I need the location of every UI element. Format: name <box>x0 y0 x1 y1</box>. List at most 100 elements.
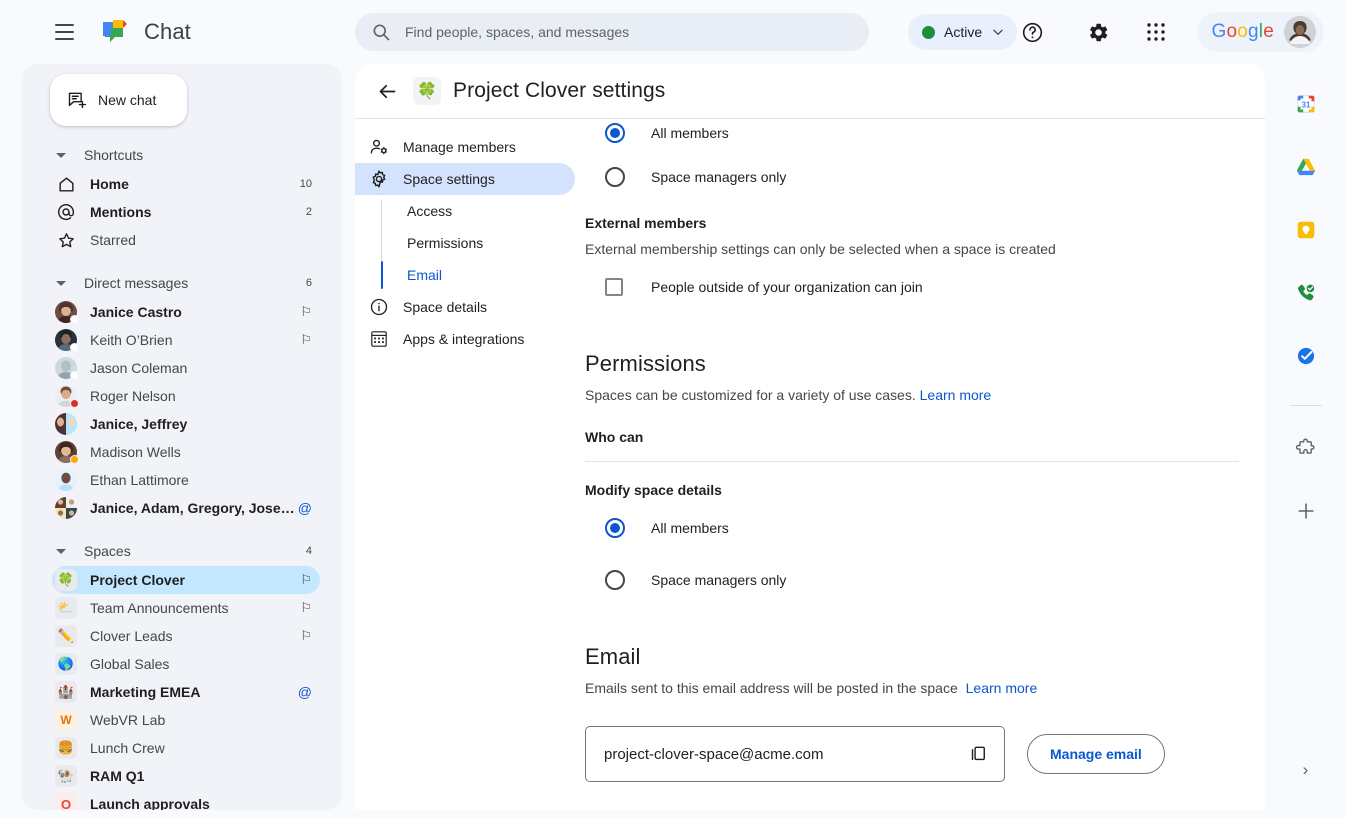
apps-grid-icon <box>365 330 393 348</box>
radio-icon[interactable] <box>605 167 625 187</box>
settings-header: 🍀 Project Clover settings <box>355 64 1265 119</box>
list-item[interactable]: Ethan Lattimore <box>52 466 320 494</box>
radio-modify-space-managers-only[interactable]: Space managers only <box>585 558 1241 602</box>
sidebar-item-clover-leads[interactable]: ✏️ Clover Leads ⚐ <box>52 622 320 650</box>
radio-icon[interactable] <box>605 123 625 143</box>
divider <box>1289 405 1322 406</box>
learn-more-link[interactable]: Learn more <box>966 680 1038 696</box>
settings-nav-label: Apps & integrations <box>403 331 525 347</box>
sidebar-item-home[interactable]: Home 10 <box>52 170 320 198</box>
section-header-shortcuts[interactable]: Shortcuts <box>22 140 342 170</box>
help-icon[interactable] <box>1014 14 1050 50</box>
sidebar-item-team-announcements[interactable]: ⛅ Team Announcements ⚐ <box>52 594 320 622</box>
new-chat-icon <box>67 90 87 110</box>
status-chip[interactable]: Active <box>908 14 1018 50</box>
marketplace-puzzle-icon[interactable] <box>1286 428 1326 468</box>
calendar-icon[interactable]: 31 <box>1286 84 1326 124</box>
sidebar-item-mentions[interactable]: Mentions 2 <box>52 198 320 226</box>
keep-icon[interactable] <box>1286 210 1326 250</box>
avatar <box>55 329 79 352</box>
search-box[interactable] <box>355 13 869 51</box>
new-chat-label: New chat <box>98 92 157 108</box>
home-icon <box>52 175 80 194</box>
add-icon[interactable] <box>1286 491 1326 531</box>
pin-icon: ⚐ <box>300 600 312 615</box>
sidebar-item-starred[interactable]: Starred <box>52 226 320 254</box>
sidebar-item-project-clover[interactable]: 🍀 Project Clover ⚐ <box>52 566 320 594</box>
drive-icon[interactable] <box>1286 147 1326 187</box>
settings-subnav-email[interactable]: Email <box>381 259 585 291</box>
new-chat-button[interactable]: New chat <box>50 74 187 126</box>
expand-panel-button[interactable]: › <box>1286 750 1326 790</box>
sidebar-item-label: Team Announcements <box>90 600 229 616</box>
email-address-field[interactable]: project-clover-space@acme.com <box>585 726 1005 782</box>
list-item[interactable]: Janice, Jeffrey <box>52 410 320 438</box>
settings-subnav-access[interactable]: Access <box>407 195 585 227</box>
settings-nav-manage-members[interactable]: Manage members <box>355 131 575 163</box>
mention-badge-icon: @ <box>297 684 312 700</box>
checkbox-icon[interactable] <box>605 278 623 296</box>
settings-nav-label: Manage members <box>403 139 516 155</box>
learn-more-link[interactable]: Learn more <box>920 387 992 403</box>
tasks-icon[interactable] <box>1286 336 1326 376</box>
settings-subnav-label: Permissions <box>407 235 484 251</box>
sidebar-item-label: Global Sales <box>90 656 170 672</box>
radio-icon[interactable] <box>605 518 625 538</box>
apps-grid-icon[interactable] <box>1138 14 1174 50</box>
permissions-description: Spaces can be customized for a variety o… <box>585 387 1241 403</box>
account-chip[interactable]: Google <box>1197 12 1324 52</box>
svg-text:31: 31 <box>1301 100 1310 109</box>
page-title: Project Clover settings <box>453 79 666 102</box>
section-header-direct-messages[interactable]: Direct messages 6 <box>22 268 342 298</box>
settings-nav-space-settings[interactable]: Space settings <box>355 163 575 195</box>
list-item-label: Janice, Adam, Gregory, Jose… <box>90 500 295 516</box>
checkbox-external-members[interactable]: People outside of your organization can … <box>585 265 1241 309</box>
voice-icon[interactable] <box>1286 273 1326 313</box>
list-item-label: Janice Castro <box>90 304 182 320</box>
manage-email-button[interactable]: Manage email <box>1027 734 1165 774</box>
settings-nav-label: Space details <box>403 299 488 315</box>
sidebar-item-ram-q1[interactable]: 🐏 RAM Q1 <box>52 762 320 790</box>
settings-nav-space-details[interactable]: Space details <box>355 291 575 323</box>
settings-subnav-permissions[interactable]: Permissions <box>407 227 585 259</box>
sidebar-item-webvr-lab[interactable]: W WebVR Lab <box>52 706 320 734</box>
sidebar-item-launch-approvals[interactable]: O Launch approvals <box>52 790 320 810</box>
settings-nav-apps-integrations[interactable]: Apps & integrations <box>355 323 575 355</box>
presence-badge <box>70 315 79 324</box>
sidebar-item-lunch-crew[interactable]: 🍔 Lunch Crew <box>52 734 320 762</box>
radio-access-space-managers-only[interactable]: Space managers only <box>585 155 1241 199</box>
section-header-spaces[interactable]: Spaces 4 <box>22 536 342 566</box>
modify-space-details-label: Modify space details <box>585 482 722 498</box>
list-item[interactable]: Roger Nelson <box>52 382 320 410</box>
space-emoji-icon: O <box>55 793 77 810</box>
search-input[interactable] <box>405 24 853 40</box>
radio-icon[interactable] <box>605 570 625 590</box>
pin-icon: ⚐ <box>300 628 312 643</box>
gear-icon[interactable] <box>1080 14 1116 50</box>
list-item[interactable]: Jason Coleman <box>52 354 320 382</box>
right-side-rail: 31 › <box>1265 64 1346 818</box>
main-menu-icon[interactable] <box>44 12 84 52</box>
presence-badge <box>70 455 79 464</box>
section-title: Spaces <box>84 543 131 559</box>
list-item[interactable]: Janice Castro ⚐ <box>52 298 320 326</box>
sidebar-item-marketing-emea[interactable]: 🏰 Marketing EMEA @ <box>52 678 320 706</box>
radio-modify-all-members[interactable]: All members <box>585 506 1241 550</box>
sidebar-item-label: Project Clover <box>90 572 185 588</box>
list-item[interactable]: Janice, Adam, Gregory, Jose… @ <box>52 494 320 522</box>
sidebar-item-global-sales[interactable]: 🌎 Global Sales <box>52 650 320 678</box>
settings-subnav-label: Email <box>407 267 443 283</box>
back-arrow-icon[interactable] <box>369 73 405 109</box>
star-icon <box>52 231 80 250</box>
avatar[interactable] <box>1284 16 1316 48</box>
app-title: Chat <box>144 19 191 44</box>
unread-count: 10 <box>299 178 312 190</box>
list-item[interactable]: Keith O’Brien ⚐ <box>52 326 320 354</box>
divider <box>585 461 1239 462</box>
list-item-label: Jason Coleman <box>90 360 188 376</box>
mention-badge-icon: @ <box>297 500 312 516</box>
radio-access-all-members[interactable]: All members <box>585 119 1241 155</box>
list-item[interactable]: Madison Wells <box>52 438 320 466</box>
info-icon <box>365 297 393 317</box>
copy-icon[interactable] <box>966 742 990 766</box>
